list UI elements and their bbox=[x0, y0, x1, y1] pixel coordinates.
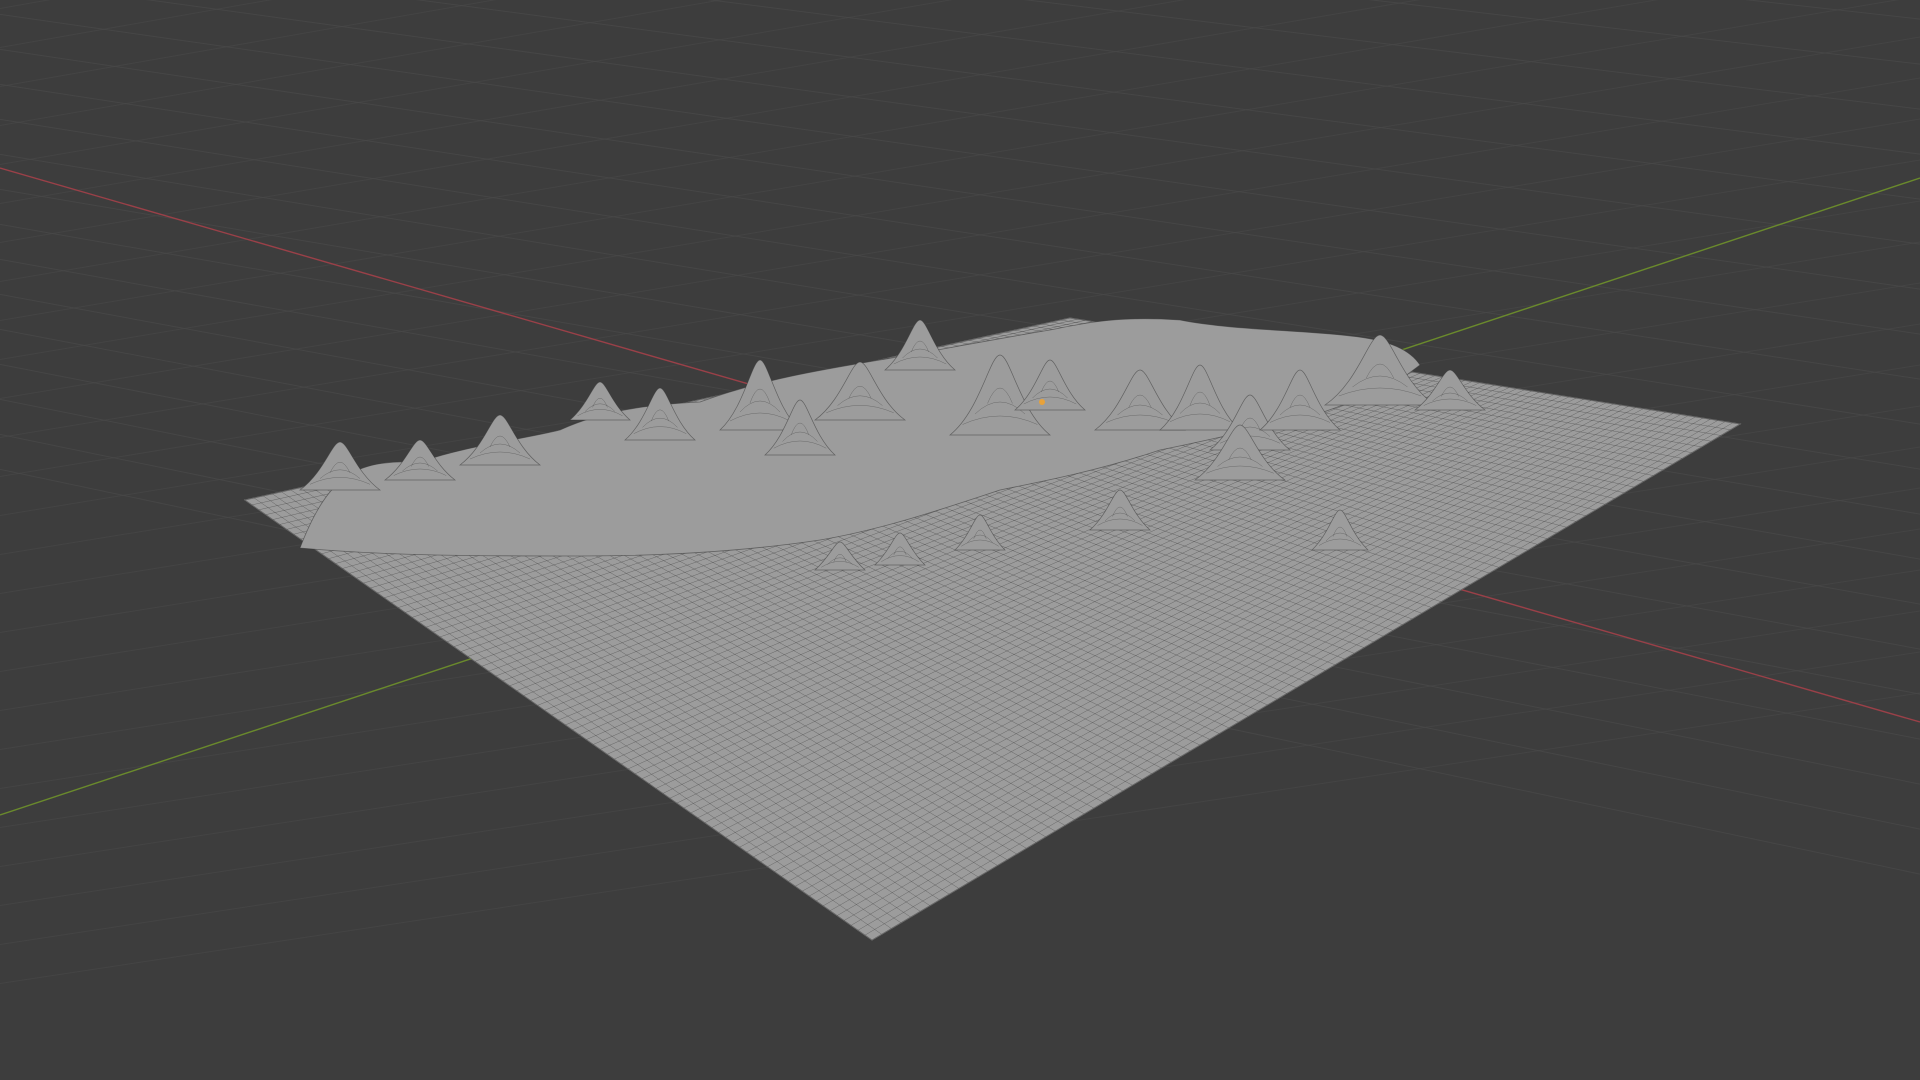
grid-line bbox=[1744, 0, 1920, 20]
grid-line bbox=[706, 0, 1920, 155]
grid-line bbox=[0, 36, 1920, 360]
object-origin-marker[interactable] bbox=[1039, 399, 1045, 405]
terrain-mesh[interactable] bbox=[243, 317, 1742, 941]
3d-viewport[interactable] bbox=[0, 0, 1920, 1080]
grid-line bbox=[0, 0, 1659, 282]
grid-line bbox=[1023, 0, 1920, 110]
grid-line bbox=[0, 48, 1920, 335]
terrain-peak bbox=[884, 319, 956, 371]
grid-line bbox=[415, 0, 1920, 200]
grid-line bbox=[0, 0, 1900, 321]
grid-line bbox=[0, 0, 953, 165]
grid-line bbox=[0, 83, 1920, 380]
viewport-scene[interactable] bbox=[0, 0, 1920, 1080]
grid-line bbox=[0, 0, 273, 48]
